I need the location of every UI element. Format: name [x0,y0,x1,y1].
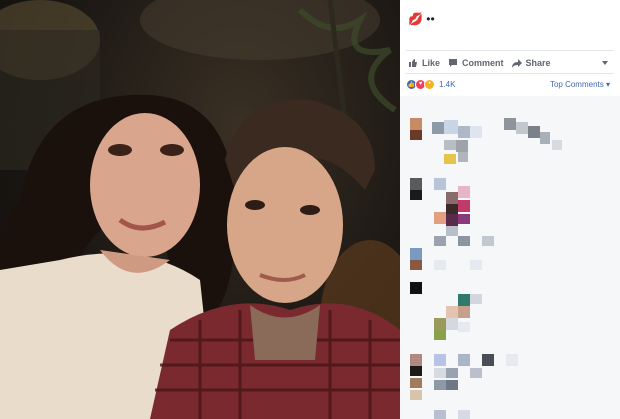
more-options-icon[interactable] [600,58,610,68]
comment-button[interactable]: Comment [448,58,504,68]
like-button[interactable]: Like [408,58,440,68]
caption-text: •• [426,12,435,26]
wow-reaction-icon: • [424,78,435,90]
reaction-count[interactable]: 1.4K [439,80,455,89]
reactions-bar: 👍 ♥ • 1.4K Top Comments ▾ [400,76,620,92]
reaction-icons[interactable]: 👍 ♥ • [406,78,435,90]
like-icon [409,59,417,67]
divider [406,73,614,74]
share-icon [511,59,522,68]
comment-icon [449,59,458,67]
comments-section [400,96,620,419]
kiss-emoji-icon: 💋 [408,12,423,26]
post-photo[interactable] [0,0,400,419]
like-label: Like [422,58,441,68]
divider [406,50,614,51]
post-caption: 💋 •• [408,12,435,26]
comment-label: Comment [462,58,504,68]
action-bar: Like Comment Share [400,54,620,72]
selfie-image [0,0,400,419]
top-comments-dropdown[interactable]: Top Comments ▾ [550,80,610,89]
share-button[interactable]: Share [511,58,551,68]
share-label: Share [525,58,551,68]
post-sidebar: 💋 •• Like Comment Share 👍 ♥ • 1.4K Top C… [400,0,620,419]
